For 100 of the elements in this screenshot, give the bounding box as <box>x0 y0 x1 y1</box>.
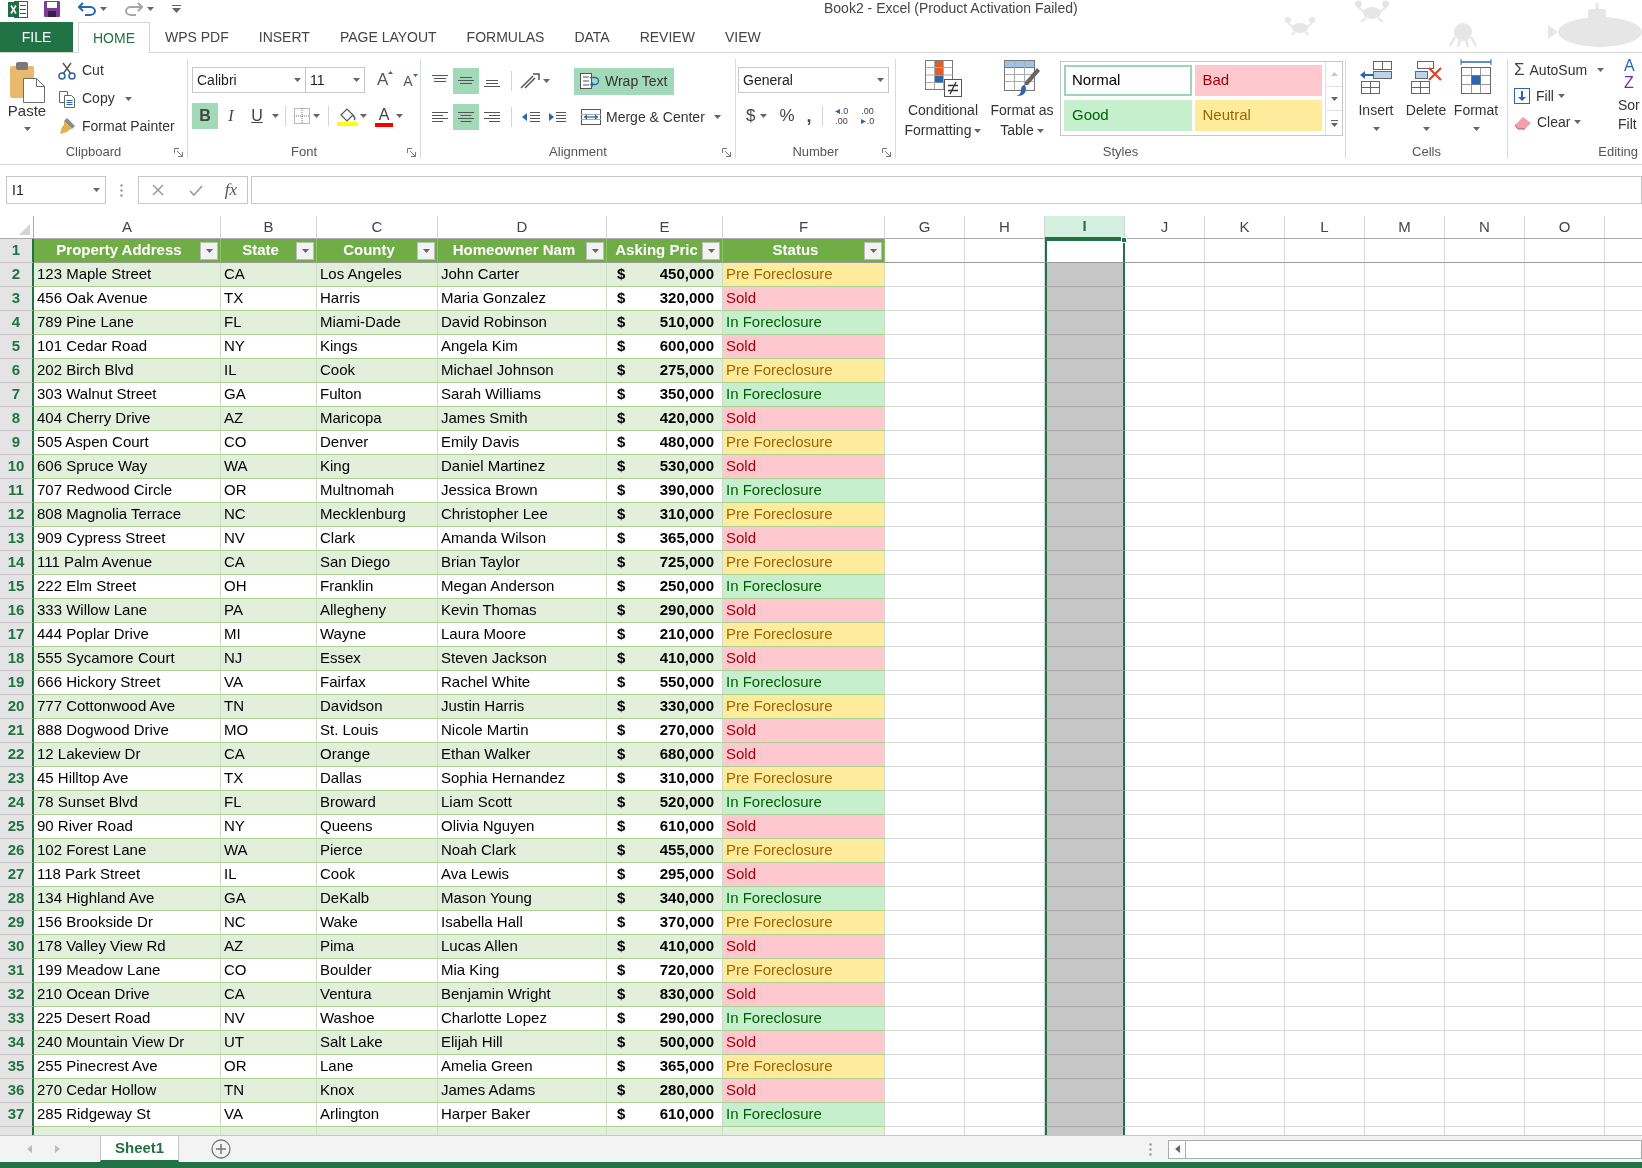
row-header[interactable]: 29 <box>0 911 34 935</box>
customize-icon[interactable] <box>172 5 181 13</box>
row-header[interactable]: 2 <box>0 263 34 287</box>
filter-button[interactable] <box>417 241 435 260</box>
row-header[interactable]: 31 <box>0 959 34 983</box>
clear-button[interactable]: Clear <box>1514 109 1618 135</box>
cell-style-item[interactable]: Normal <box>1064 65 1192 96</box>
undo-icon[interactable] <box>78 2 96 16</box>
row-header[interactable]: 9 <box>0 431 34 455</box>
column-header[interactable]: L <box>1285 216 1365 239</box>
ribbon-tab[interactable]: HOME <box>78 22 150 53</box>
row-header[interactable]: 11 <box>0 479 34 503</box>
format-button[interactable]: Format <box>1451 59 1501 140</box>
row-header[interactable]: 7 <box>0 383 34 407</box>
column-header[interactable]: O <box>1525 216 1605 239</box>
column-header[interactable]: A <box>34 216 221 239</box>
cell-style-item[interactable]: Neutral <box>1194 100 1322 131</box>
row-header[interactable]: 1 <box>0 239 34 263</box>
dialog-launcher-icon[interactable] <box>882 147 891 157</box>
cut-button[interactable]: Cut <box>56 57 177 85</box>
column-header[interactable]: E <box>607 216 723 239</box>
row-header[interactable]: 34 <box>0 1031 34 1055</box>
row-header[interactable]: 8 <box>0 407 34 431</box>
filter-button[interactable] <box>864 241 882 260</box>
grow-font-button[interactable]: A <box>375 69 396 91</box>
row-header[interactable]: 26 <box>0 839 34 863</box>
ribbon-tab[interactable]: VIEW <box>709 22 776 52</box>
scroll-left-button[interactable] <box>1168 1139 1186 1159</box>
font-size-box[interactable]: 11 <box>305 67 365 93</box>
wrap-text-button[interactable]: Wrap Text <box>574 67 674 95</box>
column-header[interactable]: H <box>965 216 1045 239</box>
excel-logo-icon[interactable] <box>8 0 28 18</box>
row-header[interactable]: 19 <box>0 671 34 695</box>
row-header[interactable]: 22 <box>0 743 34 767</box>
row-header[interactable]: 17 <box>0 623 34 647</box>
column-header[interactable]: M <box>1365 216 1445 239</box>
row-header[interactable]: 13 <box>0 527 34 551</box>
increase-decimal-button[interactable]: .0 .00 <box>828 103 855 129</box>
column-header[interactable]: B <box>221 216 317 239</box>
filter-button[interactable] <box>200 241 218 260</box>
insert-function-button[interactable]: fx <box>222 179 240 201</box>
row-header[interactable]: 27 <box>0 863 34 887</box>
save-icon[interactable] <box>44 1 60 17</box>
row-header[interactable]: 37 <box>0 1103 34 1127</box>
file-tab[interactable]: FILE <box>0 22 73 52</box>
cell-style-item[interactable]: Good <box>1064 100 1192 131</box>
align-middle-button[interactable] <box>453 68 479 94</box>
row-header[interactable]: 20 <box>0 695 34 719</box>
row-header[interactable]: 35 <box>0 1055 34 1079</box>
ribbon-tab[interactable]: REVIEW <box>624 22 710 52</box>
column-header[interactable]: C <box>317 216 438 239</box>
row-header[interactable]: 14 <box>0 551 34 575</box>
row-header[interactable]: 30 <box>0 935 34 959</box>
shrink-font-button[interactable]: A <box>401 69 420 91</box>
font-name-box[interactable]: Calibri <box>192 67 306 93</box>
row-header[interactable]: 25 <box>0 815 34 839</box>
ribbon-tab[interactable]: WPS PDF <box>150 22 244 52</box>
row-header[interactable]: 18 <box>0 647 34 671</box>
ribbon-tab[interactable]: DATA <box>559 22 625 52</box>
decrease-decimal-button[interactable]: .00 .0 <box>854 103 881 129</box>
percent-style-button[interactable]: % <box>775 103 799 129</box>
add-sheet-icon[interactable] <box>211 1139 232 1159</box>
cell-style-item[interactable]: Bad <box>1194 65 1322 96</box>
font-color-button[interactable]: A <box>373 103 405 129</box>
formula-input[interactable] <box>251 176 1642 204</box>
row-header[interactable]: 33 <box>0 1007 34 1031</box>
column-header[interactable]: I <box>1045 216 1125 239</box>
row-header[interactable]: 15 <box>0 575 34 599</box>
filter-button[interactable] <box>702 241 720 260</box>
row-header[interactable]: 24 <box>0 791 34 815</box>
align-center-button[interactable] <box>453 104 479 130</box>
row-header[interactable]: 23 <box>0 767 34 791</box>
dialog-launcher-icon[interactable] <box>174 147 183 157</box>
row-header[interactable]: 36 <box>0 1079 34 1103</box>
row-header[interactable]: 10 <box>0 455 34 479</box>
copy-button[interactable]: Copy <box>56 84 177 113</box>
underline-button[interactable]: U <box>244 103 270 129</box>
scrollbar-thumb[interactable] <box>1185 1139 1642 1159</box>
dialog-launcher-icon[interactable] <box>407 147 416 157</box>
row-header[interactable]: 28 <box>0 887 34 911</box>
column-header[interactable]: J <box>1125 216 1205 239</box>
format-painter-button[interactable]: Format Painter <box>56 112 177 140</box>
fill-handle[interactable] <box>1121 237 1127 243</box>
column-header[interactable]: G <box>885 216 965 239</box>
row-header[interactable]: 32 <box>0 983 34 1007</box>
column-header[interactable]: F <box>723 216 885 239</box>
bold-button[interactable]: B <box>192 103 218 129</box>
comma-style-button[interactable]: , <box>802 103 816 129</box>
fill-button[interactable]: Fill <box>1514 83 1618 109</box>
format-as-table-button[interactable]: Format as Table <box>986 59 1058 140</box>
ribbon-tab[interactable]: PAGE LAYOUT <box>324 22 452 52</box>
column-header[interactable]: K <box>1205 216 1285 239</box>
autosum-button[interactable]: Σ AutoSum <box>1514 57 1618 83</box>
column-header[interactable]: D <box>438 216 607 239</box>
row-header[interactable]: 12 <box>0 503 34 527</box>
accounting-format-button[interactable]: $ <box>744 103 770 129</box>
sort-filter-button[interactable]: A Z Sor Filt <box>1618 57 1642 140</box>
ribbon-tab[interactable]: FORMULAS <box>451 22 560 52</box>
row-header[interactable]: 3 <box>0 287 34 311</box>
number-format-box[interactable]: General <box>738 67 889 93</box>
